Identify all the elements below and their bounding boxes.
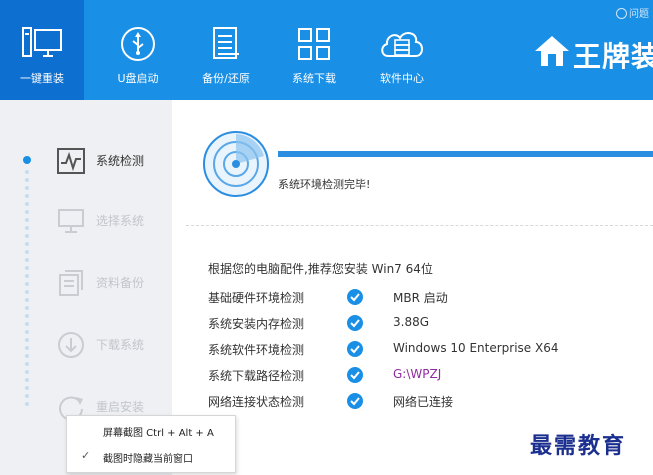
cloud-icon xyxy=(381,32,423,57)
brand-text: 王牌装 xyxy=(573,40,653,73)
progress-fill xyxy=(278,151,653,157)
menu-item-label: 截图时隐藏当前窗口 xyxy=(103,454,193,465)
check-icon xyxy=(347,341,363,357)
files-icon xyxy=(59,270,83,296)
check-icon xyxy=(347,315,363,331)
check-label: 网络连接状态检测 xyxy=(208,395,305,409)
step-label: 系统检测 xyxy=(96,154,145,168)
pulse-icon xyxy=(57,148,85,174)
check-row: 基础硬件环境检测 MBR 启动 xyxy=(208,287,638,307)
check-label: 系统软件环境检测 xyxy=(208,343,305,357)
nav-label: 备份/还原 xyxy=(202,72,250,85)
timeline-dot xyxy=(25,218,29,222)
check-icon xyxy=(347,393,363,409)
timeline-dot xyxy=(25,210,29,214)
timeline-dot xyxy=(25,170,29,174)
check-row: 系统软件环境检测 Windows 10 Enterprise X64 xyxy=(208,339,638,359)
timeline-dot xyxy=(25,354,29,358)
help-icon xyxy=(616,8,627,19)
timeline-dot xyxy=(25,234,29,238)
timeline-dot xyxy=(25,306,29,310)
grid-icon xyxy=(298,28,330,60)
step-label: 选择系统 xyxy=(96,214,145,228)
timeline-dot xyxy=(25,378,29,382)
step-label: 下载系统 xyxy=(96,338,145,352)
status-text: 系统环境检测完毕! xyxy=(278,178,371,191)
timeline-dot xyxy=(25,194,29,198)
menu-item-label: 屏幕截图 Ctrl + Alt + A xyxy=(103,428,214,439)
timeline-dot xyxy=(25,370,29,374)
nav-label: U盘启动 xyxy=(117,72,159,85)
watermark: 最需教育 xyxy=(530,433,627,459)
timeline-dot xyxy=(25,298,29,302)
check-row: 系统下载路径检测 G:\WPZJ xyxy=(208,365,638,385)
menu-item-screenshot[interactable]: 屏幕截图 Ctrl + Alt + A xyxy=(67,418,237,442)
recommendation-text: 根据您的电脑配件,推荐您安装 Win7 64位 xyxy=(208,262,433,276)
nav-label: 一键重装 xyxy=(20,72,64,85)
checkmark-icon: ✓ xyxy=(81,449,91,462)
radar-icon xyxy=(203,131,269,197)
top-bar: 一键重装 U盘启动 备份/还原 系统下载 软件中心 问题 王牌装 xyxy=(0,0,653,100)
timeline-dot xyxy=(25,250,29,254)
check-label: 系统下载路径检测 xyxy=(208,369,305,383)
timeline-dot xyxy=(25,386,29,390)
check-value: 网络已连接 xyxy=(393,395,454,409)
timeline-dot xyxy=(25,330,29,334)
nav-tab-reinstall[interactable]: 一键重装 xyxy=(0,0,84,100)
timeline-dot-active xyxy=(23,156,31,164)
timeline-dot xyxy=(25,242,29,246)
nav-label: 系统下载 xyxy=(292,72,336,85)
screenshot-context-menu: 屏幕截图 Ctrl + Alt + A ✓ 截图时隐藏当前窗口 xyxy=(66,415,236,473)
nav-tab-system-download[interactable]: 系统下载 xyxy=(272,0,356,100)
timeline-dot xyxy=(25,186,29,190)
help-link[interactable]: 问题 xyxy=(616,5,649,20)
main-panel: 系统环境检测完毕! 根据您的电脑配件,推荐您安装 Win7 64位 基础硬件环境… xyxy=(172,100,653,475)
timeline-dot xyxy=(25,282,29,286)
step-label: 重启安装 xyxy=(96,400,145,414)
check-value: MBR 启动 xyxy=(393,291,448,305)
menu-item-hide-window[interactable]: ✓ 截图时隐藏当前窗口 xyxy=(67,444,237,468)
timeline-dot xyxy=(25,402,29,406)
check-icon xyxy=(347,367,363,383)
check-icon xyxy=(347,289,363,305)
check-value: 3.88G xyxy=(393,315,430,329)
step-system-check[interactable]: 系统检测 xyxy=(56,144,172,178)
step-data-backup[interactable]: 资料备份 xyxy=(56,266,172,300)
timeline-dot xyxy=(25,338,29,342)
step-select-system[interactable]: 选择系统 xyxy=(56,204,172,238)
check-label: 基础硬件环境检测 xyxy=(208,291,305,305)
timeline-dot xyxy=(25,394,29,398)
help-text: 问题 xyxy=(629,9,649,20)
divider xyxy=(186,225,653,226)
check-row: 网络连接状态检测 网络已连接 xyxy=(208,391,638,411)
timeline-dot xyxy=(25,290,29,294)
check-label: 系统安装内存检测 xyxy=(208,317,305,331)
desktop-icon xyxy=(58,209,84,233)
download-path-link[interactable]: G:\WPZJ xyxy=(393,367,441,381)
nav-tab-usb-boot[interactable]: U盘启动 xyxy=(96,0,180,100)
timeline-dot xyxy=(25,314,29,318)
timeline-dot xyxy=(25,226,29,230)
timeline-dot xyxy=(25,362,29,366)
check-row: 系统安装内存检测 3.88G xyxy=(208,313,638,333)
usb-icon xyxy=(121,27,155,61)
nav-tab-backup-restore[interactable]: 备份/还原 xyxy=(184,0,268,100)
timeline-dot xyxy=(25,274,29,278)
download-icon xyxy=(58,332,84,358)
progress-bar xyxy=(278,151,653,157)
nav-label: 软件中心 xyxy=(380,72,424,85)
timeline-dot xyxy=(25,178,29,182)
timeline-dot xyxy=(25,258,29,262)
document-icon xyxy=(213,27,239,59)
monitor-icon xyxy=(22,27,62,57)
check-value: Windows 10 Enterprise X64 xyxy=(393,341,559,355)
timeline-dot xyxy=(25,346,29,350)
house-icon xyxy=(535,36,569,66)
step-label: 资料备份 xyxy=(96,276,145,290)
timeline-dot xyxy=(25,322,29,326)
nav-tab-software-center[interactable]: 软件中心 xyxy=(360,0,444,100)
timeline-dot xyxy=(25,202,29,206)
step-download-system[interactable]: 下载系统 xyxy=(56,328,172,362)
timeline-dot xyxy=(25,266,29,270)
